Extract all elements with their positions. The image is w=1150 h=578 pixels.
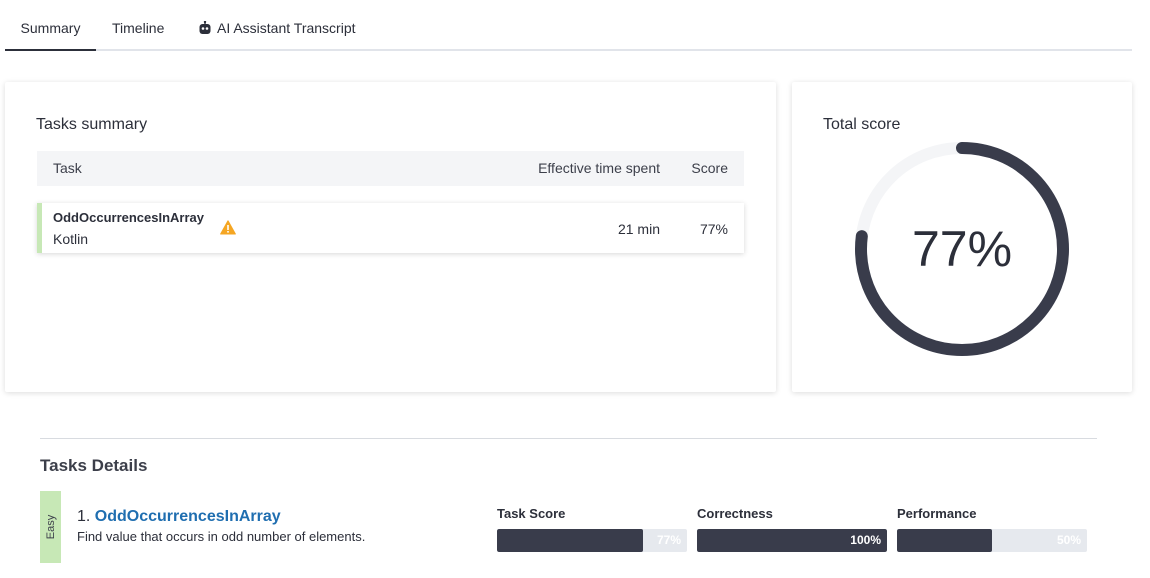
task-language: Kotlin [53, 231, 89, 247]
progress-value: 77% [656, 533, 681, 547]
metric-correctness: Correctness 100% [697, 506, 887, 552]
warning-icon [220, 220, 236, 235]
difficulty-badge: Easy [40, 491, 61, 563]
tasks-summary-card: Tasks summary Task Effective time spent … [5, 82, 776, 392]
column-header-task: Task [53, 160, 82, 176]
difficulty-label: Easy [44, 514, 57, 540]
metric-task-score: Task Score 77% [497, 506, 687, 552]
task-score: 77% [699, 221, 728, 237]
task-number: 1. [77, 508, 91, 525]
tasks-summary-title: Tasks summary [36, 116, 148, 133]
progress-bar: 100% [697, 529, 887, 552]
metric-label: Task Score [497, 506, 566, 521]
task-description: Find value that occurs in odd number of … [77, 529, 366, 544]
table-header: Task Effective time spent Score [37, 151, 744, 186]
metric-performance: Performance 50% [897, 506, 1087, 552]
total-score-card: Total score 77% [792, 82, 1132, 392]
task-time: 21 min [617, 221, 660, 237]
task-detail-heading: 1. OddOccurrencesInArray [77, 508, 281, 526]
column-header-score: Score [691, 160, 728, 176]
tab-timeline[interactable]: Timeline [112, 8, 164, 49]
task-detail-link[interactable]: OddOccurrencesInArray [95, 508, 281, 525]
table-row[interactable]: OddOccurrencesInArray Kotlin 21 min 77% [37, 203, 744, 253]
progress-bar: 77% [497, 529, 687, 552]
progress-fill [497, 529, 644, 552]
task-name: OddOccurrencesInArray [53, 210, 205, 225]
progress-value: 100% [850, 533, 881, 547]
total-score-value: 77% [911, 221, 1013, 277]
metric-label: Correctness [697, 506, 773, 521]
tasks-details-title: Tasks Details [40, 456, 148, 475]
progress-value: 50% [1056, 533, 1081, 547]
total-score-title: Total score [823, 116, 901, 133]
robot-icon [199, 20, 211, 34]
column-header-time: Effective time spent [538, 160, 660, 176]
tab-bar: Summary Timeline AI Assistant Transcript [5, 8, 1132, 51]
metric-label: Performance [897, 506, 977, 521]
divider [40, 438, 1097, 439]
tab-ai-label: AI Assistant Transcript [217, 20, 356, 36]
tab-ai-assistant-transcript[interactable]: AI Assistant Transcript [198, 8, 356, 49]
progress-bar: 50% [897, 529, 1087, 552]
tab-summary[interactable]: Summary [5, 8, 96, 51]
progress-fill [897, 529, 992, 552]
